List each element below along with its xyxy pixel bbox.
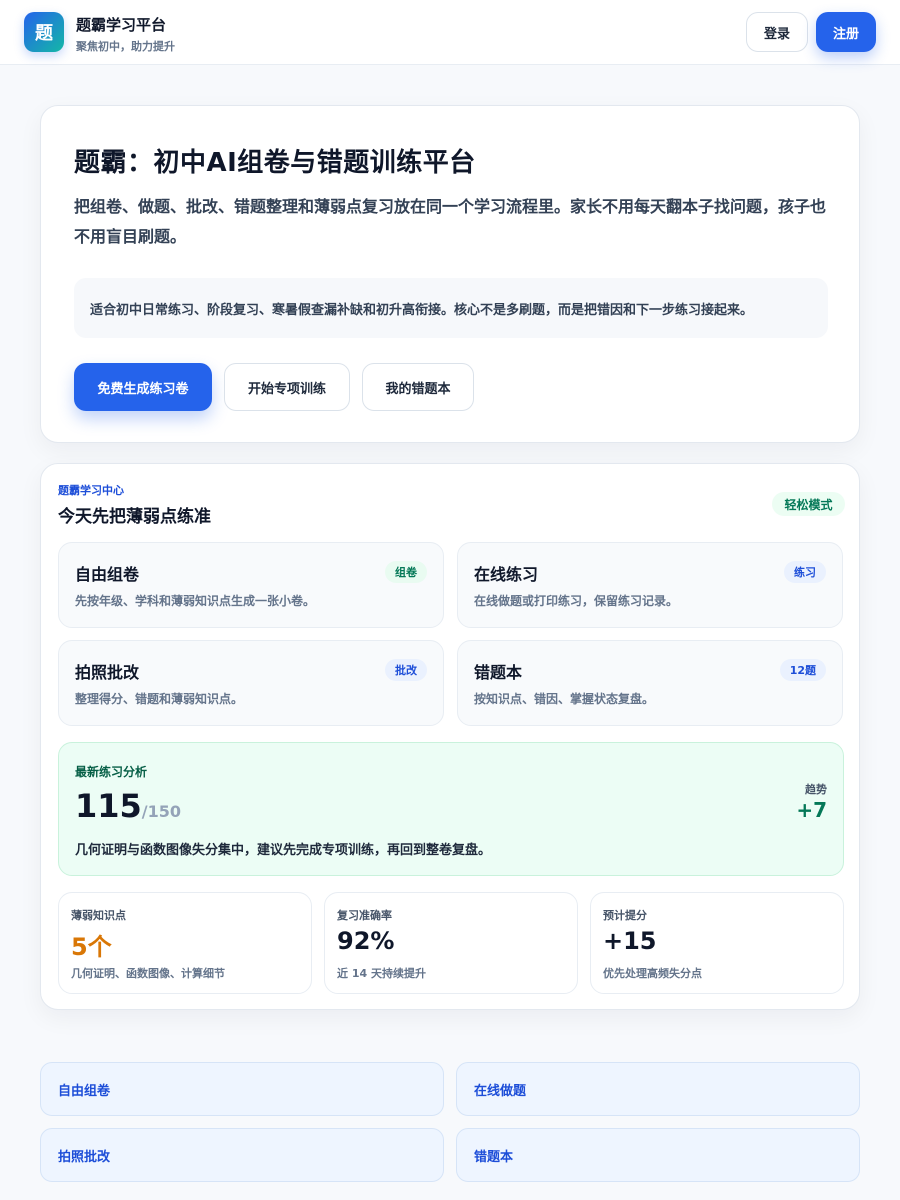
trend-label: 趋势 xyxy=(805,783,827,796)
stat-value: 5个 xyxy=(71,933,112,961)
stat-description: 优先处理高频失分点 xyxy=(603,967,702,980)
feature-description: 按知识点、错因、掌握状态复盘。 xyxy=(474,692,655,706)
hero-card: 题霸：初中AI组卷与错题训练平台 把组卷、做题、批改、错题整理和薄弱点复习放在同… xyxy=(40,105,860,443)
my-mistakes-button[interactable]: 我的错题本 xyxy=(362,363,474,411)
feature-card-compose[interactable]: 自由组卷 组卷 先按年级、学科和薄弱知识点生成一张小卷。 xyxy=(58,542,444,628)
stat-label: 预计提分 xyxy=(603,909,647,922)
learning-center-card: 题霸学习中心 今天先把薄弱点练准 轻松模式 自由组卷 组卷 先按年级、学科和薄弱… xyxy=(40,463,860,1010)
stat-label: 薄弱知识点 xyxy=(71,909,126,922)
brand-logo-icon[interactable]: 题 xyxy=(24,12,64,52)
feature-description: 在线做题或打印练习，保留练习记录。 xyxy=(474,594,679,608)
stat-score-gain: 预计提分 +15 优先处理高频失分点 xyxy=(590,892,844,994)
brand-subtitle: 聚焦初中，助力提升 xyxy=(76,40,175,53)
feature-description: 先按年级、学科和薄弱知识点生成一张小卷。 xyxy=(75,594,316,608)
score-total: /150 xyxy=(141,802,182,821)
link-mistake-book[interactable]: 错题本 xyxy=(456,1128,860,1182)
feature-title: 在线练习 xyxy=(474,565,539,584)
feature-card-photo-grading[interactable]: 拍照批改 批改 整理得分、错题和薄弱知识点。 xyxy=(58,640,444,726)
feature-card-mistake-book[interactable]: 错题本 12题 按知识点、错因、掌握状态复盘。 xyxy=(457,640,843,726)
top-header: 题 题霸学习平台 聚焦初中，助力提升 登录 注册 xyxy=(0,0,900,65)
score-value: 115 xyxy=(75,787,142,825)
stat-accuracy: 复习准确率 92% 近 14 天持续提升 xyxy=(324,892,578,994)
stat-value: +15 xyxy=(603,927,657,955)
start-training-button[interactable]: 开始专项训练 xyxy=(224,363,350,411)
feature-card-practice[interactable]: 在线练习 练习 在线做题或打印练习，保留练习记录。 xyxy=(457,542,843,628)
link-photo-grading[interactable]: 拍照批改 xyxy=(40,1128,444,1182)
hero-note-text: 适合初中日常练习、阶段复习、寒暑假查漏补缺和初升高衔接。核心不是多刷题，而是把错… xyxy=(90,302,754,318)
login-button[interactable]: 登录 xyxy=(746,12,808,52)
stat-label: 复习准确率 xyxy=(337,909,392,922)
mode-badge[interactable]: 轻松模式 xyxy=(772,492,845,516)
stat-value: 92% xyxy=(337,927,395,955)
feature-tag: 12题 xyxy=(779,659,826,681)
feature-title: 自由组卷 xyxy=(75,565,140,584)
stat-description: 几何证明、函数图像、计算细节 xyxy=(71,967,225,980)
feature-tag: 练习 xyxy=(784,561,826,583)
hero-description: 把组卷、做题、批改、错题整理和薄弱点复习放在同一个学习流程里。家长不用每天翻本子… xyxy=(74,197,827,246)
analysis-note: 几何证明与函数图像失分集中，建议先完成专项训练，再回到整卷复盘。 xyxy=(75,843,492,858)
stat-weak-points: 薄弱知识点 5个 几何证明、函数图像、计算细节 xyxy=(58,892,312,994)
center-title: 今天先把薄弱点练准 xyxy=(58,507,211,527)
latest-analysis-panel: 最新练习分析 115/150 趋势 +7 几何证明与函数图像失分集中，建议先完成… xyxy=(58,742,844,876)
link-compose[interactable]: 自由组卷 xyxy=(40,1062,444,1116)
stat-description: 近 14 天持续提升 xyxy=(337,967,426,980)
register-button[interactable]: 注册 xyxy=(816,12,876,52)
feature-description: 整理得分、错题和薄弱知识点。 xyxy=(75,692,244,706)
hero-title: 题霸：初中AI组卷与错题训练平台 xyxy=(74,148,476,178)
feature-title: 拍照批改 xyxy=(75,663,140,682)
analysis-score: 115/150 xyxy=(75,787,181,825)
generate-paper-button[interactable]: 免费生成练习卷 xyxy=(74,363,212,411)
hero-note: 适合初中日常练习、阶段复习、寒暑假查漏补缺和初升高衔接。核心不是多刷题，而是把错… xyxy=(74,278,828,338)
center-kicker: 题霸学习中心 xyxy=(58,484,124,497)
analysis-label: 最新练习分析 xyxy=(75,765,148,779)
brand-title[interactable]: 题霸学习平台 xyxy=(76,14,166,35)
trend-value: +7 xyxy=(796,798,827,822)
link-online-practice[interactable]: 在线做题 xyxy=(456,1062,860,1116)
feature-title: 错题本 xyxy=(474,663,523,682)
feature-tag: 批改 xyxy=(385,659,427,681)
feature-tag: 组卷 xyxy=(385,561,427,583)
